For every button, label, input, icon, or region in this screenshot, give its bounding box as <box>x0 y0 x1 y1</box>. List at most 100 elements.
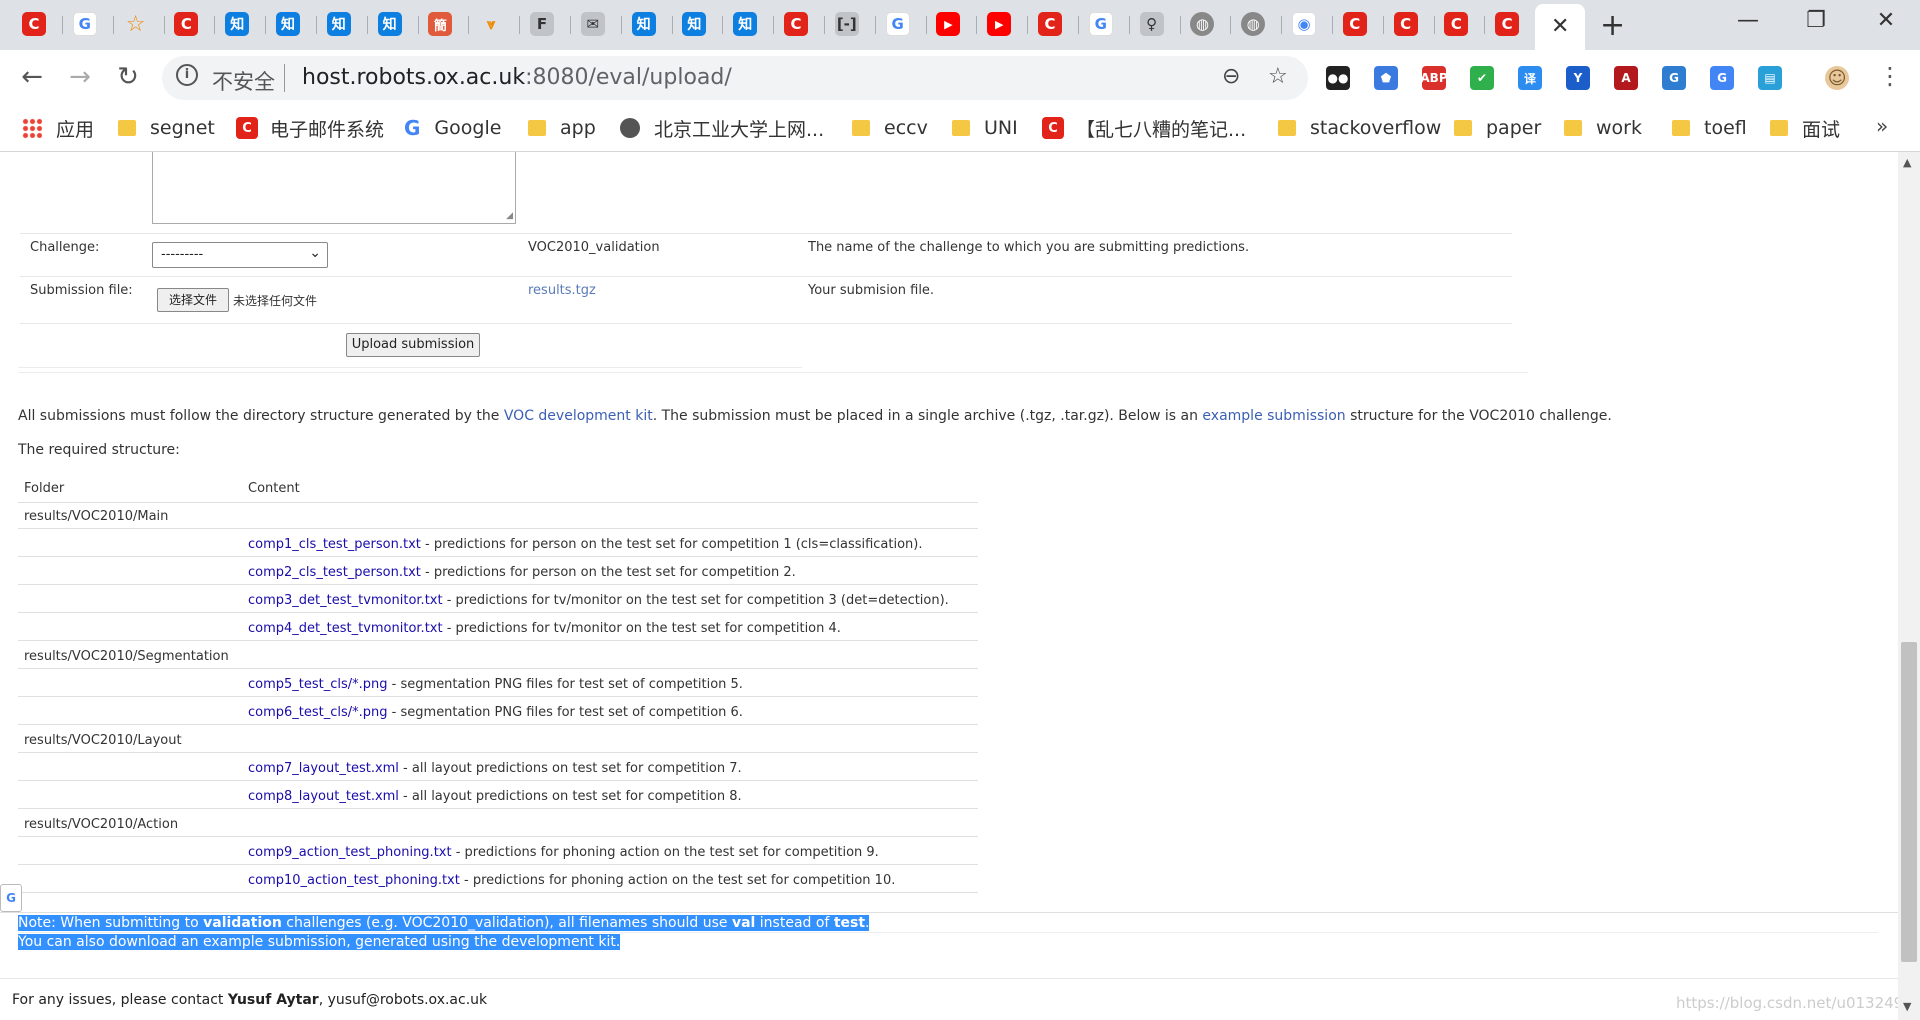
tab-favicon-icon[interactable]: ♀ <box>1139 12 1164 36</box>
extension-6-icon[interactable]: Y <box>1566 66 1590 90</box>
extension-1-icon[interactable]: ●● <box>1326 66 1350 90</box>
devkit-link[interactable]: VOC development kit <box>504 408 653 424</box>
bookmark-item[interactable]: segnet <box>118 114 215 142</box>
tab-favicon-icon[interactable]: G <box>885 12 910 36</box>
tab-favicon-icon[interactable]: C <box>1444 12 1469 36</box>
file-link[interactable]: comp8_layout_test.xml <box>248 789 399 804</box>
forward-button[interactable]: → <box>62 62 98 92</box>
tab-favicon-icon[interactable]: 知 <box>326 12 351 36</box>
new-tab-button[interactable]: + <box>1600 8 1625 43</box>
file-link[interactable]: comp5_test_cls/*.png <box>248 677 388 692</box>
bookmark-item[interactable]: 北京工业大学上网... <box>620 114 824 142</box>
tab-favicon-icon[interactable]: 知 <box>631 12 656 36</box>
bookmark-item[interactable]: C 【乱七八糟的笔记... <box>1042 114 1246 142</box>
tab-favicon-icon[interactable]: C <box>1342 12 1367 36</box>
tab-favicon-icon[interactable]: 簡 <box>428 12 453 36</box>
resize-grip-icon[interactable]: ◢ <box>506 211 513 221</box>
tab-divider <box>265 16 267 34</box>
scroll-up-icon[interactable]: ▲ <box>1903 156 1911 169</box>
bookmarks-overflow-button[interactable]: » <box>1876 114 1888 138</box>
tab-favicon-icon[interactable]: C <box>1495 12 1520 36</box>
scroll-down-icon[interactable]: ▼ <box>1903 1000 1911 1013</box>
bookmark-item[interactable]: work <box>1564 114 1642 142</box>
tab-favicon-icon[interactable]: 知 <box>733 12 758 36</box>
file-link[interactable]: comp2_cls_test_person.txt <box>248 565 421 580</box>
tab-favicon-icon[interactable]: ☆ <box>124 12 148 37</box>
file-link[interactable]: comp4_det_test_tvmonitor.txt <box>248 621 443 636</box>
bookmark-item[interactable]: toefl <box>1672 114 1747 142</box>
bookmark-item[interactable]: 面试 <box>1770 114 1840 142</box>
scroll-thumb[interactable] <box>1901 642 1917 962</box>
upload-submission-button[interactable]: Upload submission <box>346 333 480 357</box>
form-divider <box>20 323 1512 324</box>
minimize-button[interactable]: — <box>1728 8 1768 33</box>
note-line-2: You can also download an example submiss… <box>18 934 621 950</box>
restore-button[interactable]: ❐ <box>1796 8 1836 33</box>
file-link[interactable]: comp7_layout_test.xml <box>248 761 399 776</box>
active-tab[interactable]: ✕ <box>1535 4 1585 50</box>
shield-icon[interactable]: ✔ <box>1470 66 1494 90</box>
url-text[interactable]: host.robots.ox.ac.uk:8080/eval/upload/ <box>302 65 732 90</box>
bookmark-star-icon[interactable]: ☆ <box>1268 64 1288 89</box>
window-close-button[interactable]: ✕ <box>1866 8 1906 33</box>
tab-favicon-icon[interactable]: 知 <box>682 12 707 36</box>
adblock-icon[interactable]: ABP <box>1420 66 1448 90</box>
tab-favicon-icon[interactable]: [-] <box>834 12 859 36</box>
info-icon[interactable]: i <box>176 64 198 86</box>
tab-favicon-icon[interactable]: C <box>1038 12 1062 36</box>
bookmark-item[interactable]: paper <box>1454 114 1541 142</box>
bookmark-item[interactable]: G Google <box>404 114 501 142</box>
page-translate-icon[interactable]: G <box>0 884 22 912</box>
tab-favicon-icon[interactable]: C <box>1393 12 1418 36</box>
file-example-link[interactable]: results.tgz <box>528 283 596 298</box>
example-submission-link[interactable]: example submission <box>1202 408 1345 424</box>
tab-favicon-icon[interactable]: C <box>174 12 199 36</box>
tab-favicon-icon[interactable]: ✉ <box>580 12 605 36</box>
zoom-icon[interactable]: ⊖ <box>1222 64 1240 89</box>
file-link[interactable]: comp6_test_cls/*.png <box>248 705 388 720</box>
tab-favicon-icon[interactable]: ◍ <box>1241 12 1266 36</box>
tab-favicon-icon[interactable]: ▶ <box>936 12 961 36</box>
challenge-select[interactable]: --------- ⌄ <box>152 242 328 268</box>
tab-favicon-icon[interactable]: 知 <box>377 12 402 36</box>
bookmark-label: toefl <box>1704 117 1747 139</box>
bookmark-item[interactable]: app <box>528 114 596 142</box>
bookmark-item[interactable]: stackoverflow <box>1278 114 1441 142</box>
tab-favicon-icon[interactable]: F <box>530 12 554 36</box>
back-button[interactable]: ← <box>14 62 50 92</box>
choose-file-button[interactable]: 选择文件 <box>157 288 229 312</box>
menu-icon[interactable]: ⋮ <box>1872 62 1908 90</box>
tab-favicon-icon[interactable]: C <box>22 12 46 36</box>
table-divider <box>18 668 978 669</box>
extension-8-icon[interactable]: G <box>1662 66 1686 90</box>
extension-2-icon[interactable]: ⬟ <box>1374 66 1398 90</box>
pdf-icon[interactable]: A <box>1614 66 1638 90</box>
tab-favicon-icon[interactable]: 知 <box>276 12 300 36</box>
bookmark-item[interactable]: 应用 <box>22 114 94 142</box>
comment-textarea[interactable]: ◢ <box>152 152 516 224</box>
bookmark-item[interactable]: eccv <box>852 114 928 142</box>
extension-10-icon[interactable]: ▤ <box>1758 66 1782 90</box>
close-tab-icon[interactable]: ✕ <box>1551 14 1569 39</box>
file-link[interactable]: comp10_action_test_phoning.txt <box>248 873 460 888</box>
address-bar[interactable]: i 不安全 host.robots.ox.ac.uk:8080/eval/upl… <box>162 56 1308 100</box>
tab-favicon-icon[interactable]: ⩔ <box>479 12 503 36</box>
bookmark-item[interactable]: UNI <box>952 114 1018 142</box>
translate-ext-icon[interactable]: 译 <box>1518 66 1542 90</box>
google-translate-icon[interactable]: G <box>1710 66 1734 90</box>
bookmark-item[interactable]: C 电子邮件系统 <box>236 114 384 142</box>
tab-favicon-icon[interactable]: ◍ <box>1190 12 1215 36</box>
tab-favicon-icon[interactable]: G <box>1088 12 1113 36</box>
file-link[interactable]: comp3_det_test_tvmonitor.txt <box>248 593 443 608</box>
tab-favicon-icon[interactable]: 知 <box>225 12 250 36</box>
file-link[interactable]: comp9_action_test_phoning.txt <box>248 845 452 860</box>
avatar[interactable]: ☺ <box>1825 66 1850 90</box>
tab-favicon-icon[interactable]: C <box>784 12 808 36</box>
tab-favicon-icon[interactable]: ▶ <box>987 12 1012 36</box>
info-paragraph: All submissions must follow the director… <box>18 408 1612 424</box>
page-scrollbar[interactable]: ▲ ▼ <box>1898 152 1920 1020</box>
reload-button[interactable]: ↻ <box>110 62 146 92</box>
tab-favicon-icon[interactable]: ◉ <box>1292 12 1316 36</box>
tab-favicon-icon[interactable]: G <box>72 12 97 36</box>
file-link[interactable]: comp1_cls_test_person.txt <box>248 537 421 552</box>
